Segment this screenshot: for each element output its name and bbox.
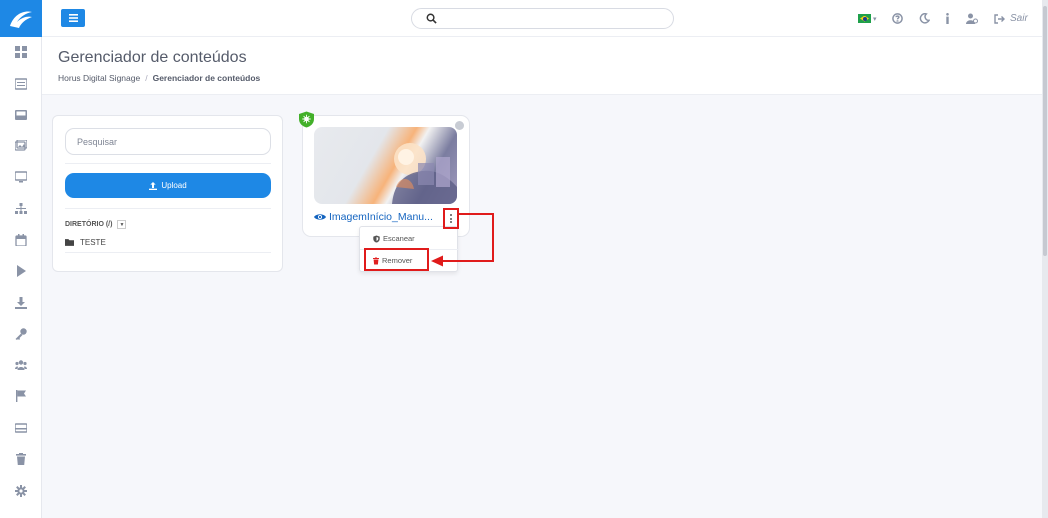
brazil-flag-icon [858,14,871,23]
page-title: Gerenciador de conteúdos [58,49,247,66]
download-icon[interactable] [0,293,42,313]
trash-icon[interactable] [0,449,42,469]
folder-label: TESTE [80,238,106,247]
logout-icon [994,13,1005,24]
card-icon[interactable] [0,418,42,438]
upload-button[interactable]: Upload [65,173,271,198]
global-search[interactable] [411,8,674,29]
shield-virus-icon [299,111,314,128]
upload-label: Upload [161,181,187,190]
global-search-input[interactable] [444,11,664,26]
sidebar [0,0,42,518]
menu-item-label: Escanear [383,234,415,243]
gear-icon[interactable] [0,481,42,501]
chevron-down-icon[interactable]: ▼ [117,220,127,229]
directory-panel: Upload DIRETÓRIO (/) ▼ TESTE [52,115,283,272]
hierarchy-icon[interactable] [0,199,42,219]
users-icon[interactable] [0,355,42,375]
annotation-highlight-remove [364,248,429,271]
dark-mode-icon[interactable] [919,0,930,37]
directory-label: DIRETÓRIO (/) [65,221,113,228]
gallery-icon[interactable] [0,136,42,156]
play-icon[interactable] [0,261,42,281]
language-selector[interactable]: ▾ [858,0,877,37]
status-indicator [455,121,464,130]
dashboard-icon[interactable] [0,42,42,62]
monitor-icon[interactable] [0,167,42,187]
breadcrumb-item-current: Gerenciador de conteúdos [152,73,261,83]
page-header: Gerenciador de conteúdos Horus Digital S… [42,37,1042,95]
folder-item[interactable]: TESTE [65,238,106,247]
content-title-link[interactable]: ImagemInício_Manu... [314,211,433,223]
page-scrollbar[interactable] [1042,0,1048,518]
eye-icon [314,214,326,220]
user-settings-icon[interactable] [966,0,978,37]
folder-icon [65,239,74,246]
divider [65,208,271,209]
breadcrumb-item-home[interactable]: Horus Digital Signage [58,73,140,83]
content-search-input[interactable] [65,128,271,155]
content-title: ImagemInício_Manu... [329,211,433,223]
topbar: ▾ Sair [42,0,1042,37]
key-icon[interactable] [0,324,42,344]
chevron-down-icon: ▾ [873,15,877,23]
flag-icon[interactable] [0,386,42,406]
upload-icon [149,181,158,190]
logout-button[interactable]: Sair [994,0,1028,37]
list-icon[interactable] [0,74,42,94]
divider [65,252,271,253]
hamburger-icon [68,14,78,22]
shield-icon [373,235,380,242]
info-icon[interactable] [945,0,950,37]
media-icon[interactable] [0,105,42,125]
search-icon [426,13,437,24]
menu-toggle-button[interactable] [61,9,85,27]
calendar-icon[interactable] [0,230,42,250]
logout-label: Sair [1010,13,1028,24]
breadcrumb: Horus Digital Signage / Gerenciador de con… [58,73,261,83]
directory-selector[interactable]: DIRETÓRIO (/) ▼ [65,220,127,229]
divider [65,163,271,164]
menu-item-scan[interactable]: Escanear [373,234,415,243]
help-icon[interactable] [892,0,903,37]
annotation-highlight-kebab [443,208,459,229]
content-thumbnail[interactable] [314,127,457,204]
app-logo[interactable] [0,0,42,37]
